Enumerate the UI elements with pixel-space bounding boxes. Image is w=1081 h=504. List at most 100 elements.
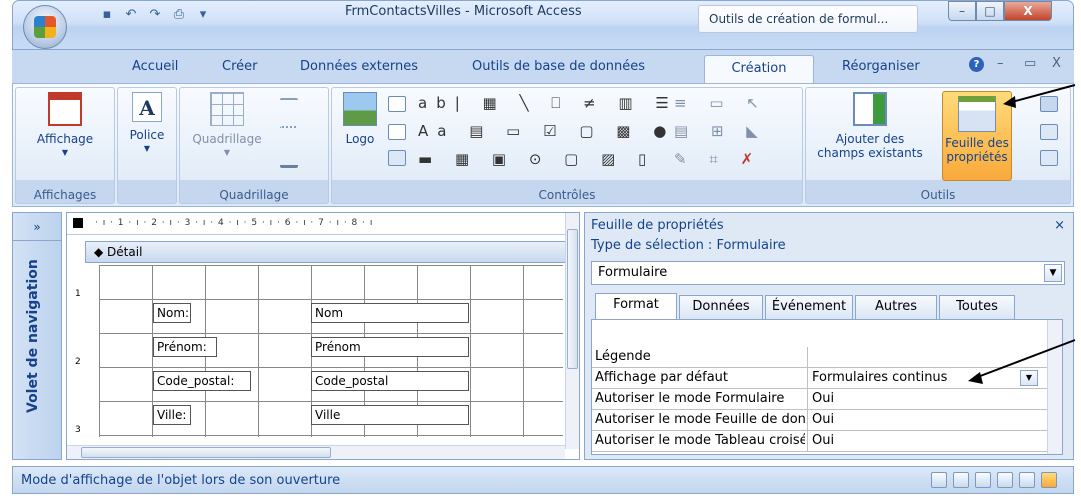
nav-expand-button[interactable]: » <box>13 213 61 241</box>
property-value[interactable]: Formulaires continus <box>812 370 947 385</box>
feuille-proprietes-button[interactable]: Feuille des propriétés <box>942 91 1012 181</box>
date-time-icon[interactable] <box>388 150 406 166</box>
line-width-icon[interactable] <box>280 98 298 114</box>
property-row[interactable]: Autoriser le mode Tableau croisé Oui <box>592 431 1048 452</box>
ribbon-close-icon[interactable]: X <box>1052 56 1061 71</box>
property-row[interactable]: Autoriser le mode Formulaire Oui <box>592 389 1048 410</box>
group-label-affichages: Affichages <box>33 188 97 202</box>
textbox-code-postal[interactable]: Code_postal <box>311 371 469 391</box>
tab-creer[interactable]: Créer <box>222 59 257 74</box>
property-row[interactable]: Affichage par défaut Formulaires continu… <box>592 368 1048 389</box>
controls-row-2[interactable]: Aa ▤ ▭ ☑ ▢ ▩ ● <box>418 122 675 140</box>
tab-accueil[interactable]: Accueil <box>132 59 178 74</box>
controls-row-5[interactable]: ▤ ⊞ ◣ <box>674 122 767 140</box>
ribbon-minimize-icon[interactable]: – <box>997 56 1004 71</box>
label-prenom[interactable]: Prénom: <box>153 337 217 357</box>
property-name: Légende <box>595 349 651 364</box>
property-value[interactable]: Oui <box>812 391 834 406</box>
form-view-icon[interactable] <box>931 472 947 488</box>
line-color-icon[interactable] <box>280 152 298 168</box>
tab-autres[interactable]: Autres <box>855 295 937 319</box>
selection-value: Formulaire <box>598 265 668 280</box>
logo-button[interactable]: Logo <box>338 92 382 146</box>
save-icon[interactable]: ▪ <box>98 7 116 23</box>
design-grid: Nom: Nom Prénom: Prénom Code_postal: Cod… <box>99 265 563 437</box>
label-ville[interactable]: Ville: <box>153 405 191 425</box>
redo-icon[interactable]: ↷ <box>146 7 164 23</box>
minimize-button[interactable]: – <box>948 1 976 21</box>
textbox-prenom[interactable]: Prénom <box>311 337 469 357</box>
affichage-button[interactable]: Affichage ▼ <box>20 92 110 160</box>
maximize-button[interactable]: □ <box>976 1 1004 21</box>
group-label-quadrillage: Quadrillage <box>219 188 289 202</box>
detail-section-header[interactable]: ◆ Détail <box>85 241 575 263</box>
close-icon[interactable]: × <box>1054 218 1065 233</box>
tab-creation[interactable]: Création <box>704 55 814 84</box>
section-label: Détail <box>107 245 143 259</box>
pivottable-view-icon[interactable] <box>975 472 991 488</box>
selection-combo[interactable]: Formulaire ▼ <box>591 261 1065 285</box>
scroll-thumb[interactable] <box>567 229 578 369</box>
title-control-icon[interactable] <box>388 96 406 112</box>
quadrillage-button[interactable]: Quadrillage ▼ <box>184 92 270 160</box>
label-nom[interactable]: Nom: <box>153 303 191 323</box>
textbox-ville[interactable]: Ville <box>311 405 469 425</box>
close-button[interactable]: X <box>1004 1 1052 21</box>
tab-outils-bdd[interactable]: Outils de base de données <box>472 59 645 74</box>
controls-row-4[interactable]: ≡ ▭ ↖ <box>674 94 768 112</box>
controls-row-6[interactable]: ✎ ⌗ ✗ <box>674 150 762 168</box>
ribbon-restore-icon[interactable]: ▭ <box>1024 56 1036 71</box>
tab-reorganiser[interactable]: Réorganiser <box>842 59 920 74</box>
label-code-postal[interactable]: Code_postal: <box>153 371 251 391</box>
property-row[interactable]: Autoriser le mode Feuille de données Oui <box>592 410 1048 431</box>
tab-format[interactable]: Format <box>595 293 677 319</box>
delete-x-icon[interactable]: ✗ <box>741 150 763 168</box>
controls-row-1[interactable]: ab| ▦ ╲ ⎕ ≠ ▥ ☰ <box>418 94 678 112</box>
group-label-outils: Outils <box>920 188 956 202</box>
chevron-down-icon[interactable]: ▼ <box>1020 370 1038 386</box>
help-icon[interactable]: ? <box>969 57 984 72</box>
police-button[interactable]: A Police ▼ <box>122 92 172 156</box>
print-preview-icon[interactable]: ⎙ <box>170 7 188 23</box>
tab-evenement[interactable]: Événement <box>765 295 853 319</box>
property-row[interactable]: Légende <box>592 347 1048 368</box>
quadrillage-label: Quadrillage <box>192 132 262 146</box>
line-style-icon[interactable] <box>280 126 298 142</box>
pivotchart-view-icon[interactable] <box>997 472 1013 488</box>
design-view-icon[interactable] <box>1041 472 1057 488</box>
chevron-down-icon: ▼ <box>61 148 69 157</box>
scroll-thumb[interactable] <box>81 447 331 458</box>
datasheet-view-icon[interactable] <box>953 472 969 488</box>
property-name: Autoriser le mode Tableau croisé <box>595 433 805 448</box>
vruler-mark-2: 2 <box>75 357 81 367</box>
property-sheet: Feuille de propriétés × Type de sélectio… <box>584 212 1074 460</box>
layout-view-icon[interactable] <box>1019 472 1035 488</box>
code-icon[interactable] <box>1040 96 1058 112</box>
navigation-pane-label[interactable]: Volet de navigation <box>25 259 41 413</box>
designer-horizontal-scrollbar[interactable] <box>67 445 565 459</box>
property-value[interactable]: Oui <box>812 433 834 448</box>
tab-donnees[interactable]: Données <box>679 295 763 319</box>
tab-donnees-externes[interactable]: Données externes <box>300 59 418 74</box>
tab-toutes[interactable]: Toutes <box>939 295 1015 319</box>
macro-icon[interactable] <box>1040 124 1058 140</box>
page-number-icon[interactable] <box>388 124 406 140</box>
property-name: Affichage par défaut <box>595 370 729 385</box>
property-value[interactable]: Oui <box>812 412 834 427</box>
designer-vertical-scrollbar[interactable] <box>565 213 579 449</box>
customize-qat-icon[interactable]: ▾ <box>194 7 212 23</box>
undo-icon[interactable]: ↶ <box>122 7 140 23</box>
subform-icon[interactable] <box>1040 150 1058 166</box>
selection-type-label: Type de sélection : Formulaire <box>591 238 786 253</box>
form-selector[interactable] <box>73 218 83 228</box>
group-outils: Ajouter des champs existants Outils <box>805 87 1071 204</box>
ajouter-champs-button[interactable]: Ajouter des champs existants <box>812 92 928 160</box>
chevron-down-icon[interactable]: ▼ <box>1044 264 1062 282</box>
chevron-down-icon: ▼ <box>143 144 151 153</box>
textbox-nom[interactable]: Nom <box>311 303 469 323</box>
property-vertical-scrollbar[interactable] <box>1047 320 1062 454</box>
group-quadrillage: Quadrillage ▼ Quadrillage <box>179 87 329 204</box>
office-logo-icon <box>34 16 56 38</box>
controls-row-3[interactable]: ▬ ▦ ▣ ⊙ ▢ ▨ ▯ <box>418 150 655 168</box>
office-button[interactable] <box>23 5 67 49</box>
